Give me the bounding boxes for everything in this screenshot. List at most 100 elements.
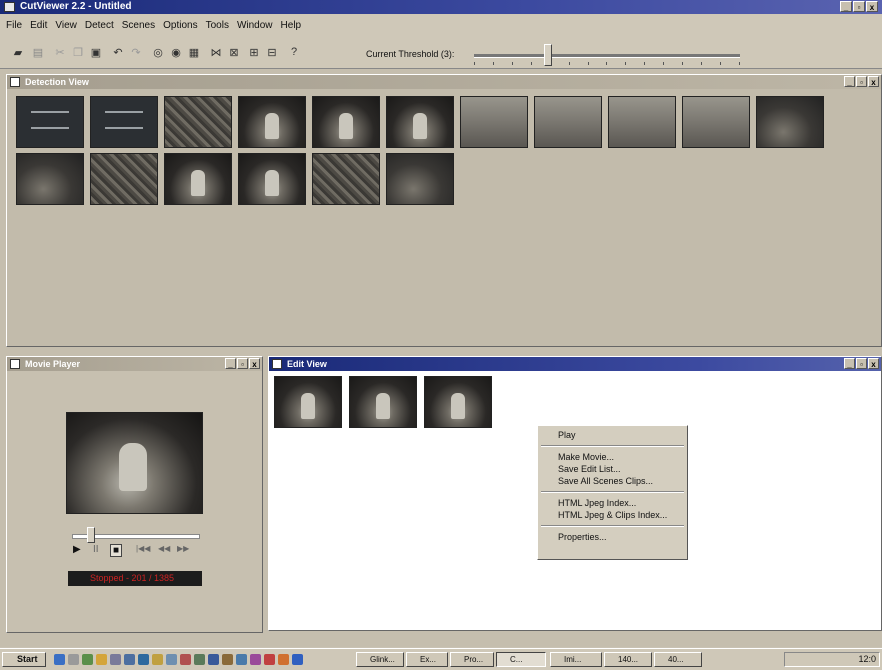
edit-clip-thumbnail[interactable] (349, 376, 417, 428)
menu-item-save-all-scenes-clips[interactable]: Save All Scenes Clips... (538, 475, 687, 487)
edit-maximize-button[interactable]: ▫ (856, 358, 867, 369)
task-button-ex[interactable]: Ex... (406, 652, 448, 667)
menu-tools[interactable]: Tools (206, 20, 229, 31)
detection-thumbnail[interactable] (238, 153, 306, 205)
desktop-icon[interactable] (68, 654, 79, 665)
threshold-slider-track[interactable] (474, 54, 740, 58)
detection-close-button[interactable]: x (868, 76, 879, 87)
restore-button[interactable]: ▫ (853, 1, 865, 12)
save-icon[interactable]: ▤ (30, 44, 46, 60)
start-button[interactable]: Start (2, 652, 46, 667)
player-maximize-button[interactable]: ▫ (237, 358, 248, 369)
copy-icon[interactable]: ❐ (70, 44, 86, 60)
menu-item-html-jpeg-clips-index[interactable]: HTML Jpeg & Clips Index... (538, 509, 687, 521)
detection-minimize-button[interactable]: _ (844, 76, 855, 87)
pause-icon[interactable]: II (93, 544, 99, 555)
movie-player-titlebar[interactable]: Movie Player _ ▫ x (7, 357, 262, 371)
menu-item-save-edit-list[interactable]: Save Edit List... (538, 463, 687, 475)
quicklaunch-icon[interactable] (208, 654, 219, 665)
quicklaunch-icon[interactable] (124, 654, 135, 665)
player-minimize-button[interactable]: _ (225, 358, 236, 369)
quicklaunch-icon[interactable] (194, 654, 205, 665)
cut-icon[interactable]: ✂ (52, 44, 68, 60)
play-icon[interactable]: ▶ (73, 544, 81, 555)
detection-thumbnail[interactable] (756, 96, 824, 148)
quicklaunch-icon[interactable] (152, 654, 163, 665)
detection-thumbnail[interactable] (90, 153, 158, 205)
detection-thumbnail[interactable] (90, 96, 158, 148)
player-close-button[interactable]: x (249, 358, 260, 369)
detection-thumbnail[interactable] (238, 96, 306, 148)
detection-maximize-button[interactable]: ▫ (856, 76, 867, 87)
detection-thumbnail[interactable] (164, 96, 232, 148)
edit-close-button[interactable]: x (868, 358, 879, 369)
task-button-cutviewer[interactable]: C... (496, 652, 546, 667)
open-icon[interactable]: ▰ (10, 44, 26, 60)
rewind-icon[interactable]: ◀◀ (158, 544, 170, 553)
quicklaunch-icon[interactable] (180, 654, 191, 665)
split-icon[interactable]: ⋈ (208, 44, 224, 60)
edit-clip-thumbnail[interactable] (424, 376, 492, 428)
quicklaunch-icon[interactable] (250, 654, 261, 665)
edit-view-titlebar[interactable]: Edit View _ ▫ x (269, 357, 881, 371)
quicklaunch-icon[interactable] (292, 654, 303, 665)
join-icon[interactable]: ⊠ (226, 44, 242, 60)
list-icon[interactable]: ⊟ (264, 44, 280, 60)
help-icon[interactable]: ? (286, 44, 302, 60)
menu-scenes[interactable]: Scenes (122, 20, 155, 31)
detection-view-titlebar[interactable]: Detection View _ ▫ x (7, 75, 881, 89)
detection-thumbnail[interactable] (534, 96, 602, 148)
task-button-glink[interactable]: Glink... (356, 652, 404, 667)
rewind-start-icon[interactable]: |◀◀ (136, 544, 150, 553)
detection-thumbnail[interactable] (164, 153, 232, 205)
stop-detect-icon[interactable]: ◉ (168, 44, 184, 60)
fast-forward-icon[interactable]: ▶▶ (177, 544, 189, 553)
seek-thumb[interactable] (86, 527, 95, 543)
detection-thumbnail[interactable] (16, 96, 84, 148)
grid-icon[interactable]: ⊞ (246, 44, 262, 60)
quicklaunch-icon[interactable] (96, 654, 107, 665)
menu-options[interactable]: Options (163, 20, 197, 31)
quicklaunch-icon[interactable] (138, 654, 149, 665)
quicklaunch-icon[interactable] (264, 654, 275, 665)
quicklaunch-icon[interactable] (236, 654, 247, 665)
paste-icon[interactable]: ▣ (88, 44, 104, 60)
edit-minimize-button[interactable]: _ (844, 358, 855, 369)
quicklaunch-icon[interactable] (110, 654, 121, 665)
detection-thumbnail[interactable] (460, 96, 528, 148)
quicklaunch-icon[interactable] (278, 654, 289, 665)
undo-icon[interactable]: ↶ (110, 44, 126, 60)
detection-thumbnail[interactable] (682, 96, 750, 148)
menu-edit[interactable]: Edit (30, 20, 47, 31)
internet-explorer-icon[interactable] (54, 654, 65, 665)
menu-help[interactable]: Help (281, 20, 302, 31)
close-button[interactable]: x (866, 1, 878, 12)
threshold-slider-thumb[interactable] (544, 44, 553, 66)
properties-icon[interactable]: ▦ (186, 44, 202, 60)
detection-thumbnail[interactable] (386, 96, 454, 148)
redo-icon[interactable]: ↷ (128, 44, 144, 60)
detection-thumbnail[interactable] (312, 96, 380, 148)
menu-detect[interactable]: Detect (85, 20, 114, 31)
stop-icon[interactable]: ■ (110, 544, 123, 557)
quicklaunch-icon[interactable] (222, 654, 233, 665)
task-button-40[interactable]: 40... (654, 652, 702, 667)
task-button-pro[interactable]: Pro... (450, 652, 494, 667)
menu-item-make-movie[interactable]: Make Movie... (538, 451, 687, 463)
task-button-140[interactable]: 140... (604, 652, 652, 667)
menu-item-properties[interactable]: Properties... (538, 531, 687, 543)
detection-thumbnail[interactable] (312, 153, 380, 205)
detection-thumbnail[interactable] (16, 153, 84, 205)
menu-item-html-jpeg-index[interactable]: HTML Jpeg Index... (538, 497, 687, 509)
menu-item-play[interactable]: Play (538, 429, 687, 441)
edit-clip-thumbnail[interactable] (274, 376, 342, 428)
quicklaunch-icon[interactable] (82, 654, 93, 665)
menu-view[interactable]: View (55, 20, 77, 31)
minimize-button[interactable]: _ (840, 1, 852, 12)
menu-file[interactable]: File (6, 20, 22, 31)
menu-window[interactable]: Window (237, 20, 273, 31)
detection-thumbnail[interactable] (386, 153, 454, 205)
task-button-imi[interactable]: Imi... (550, 652, 602, 667)
quicklaunch-icon[interactable] (166, 654, 177, 665)
detect-icon[interactable]: ◎ (150, 44, 166, 60)
